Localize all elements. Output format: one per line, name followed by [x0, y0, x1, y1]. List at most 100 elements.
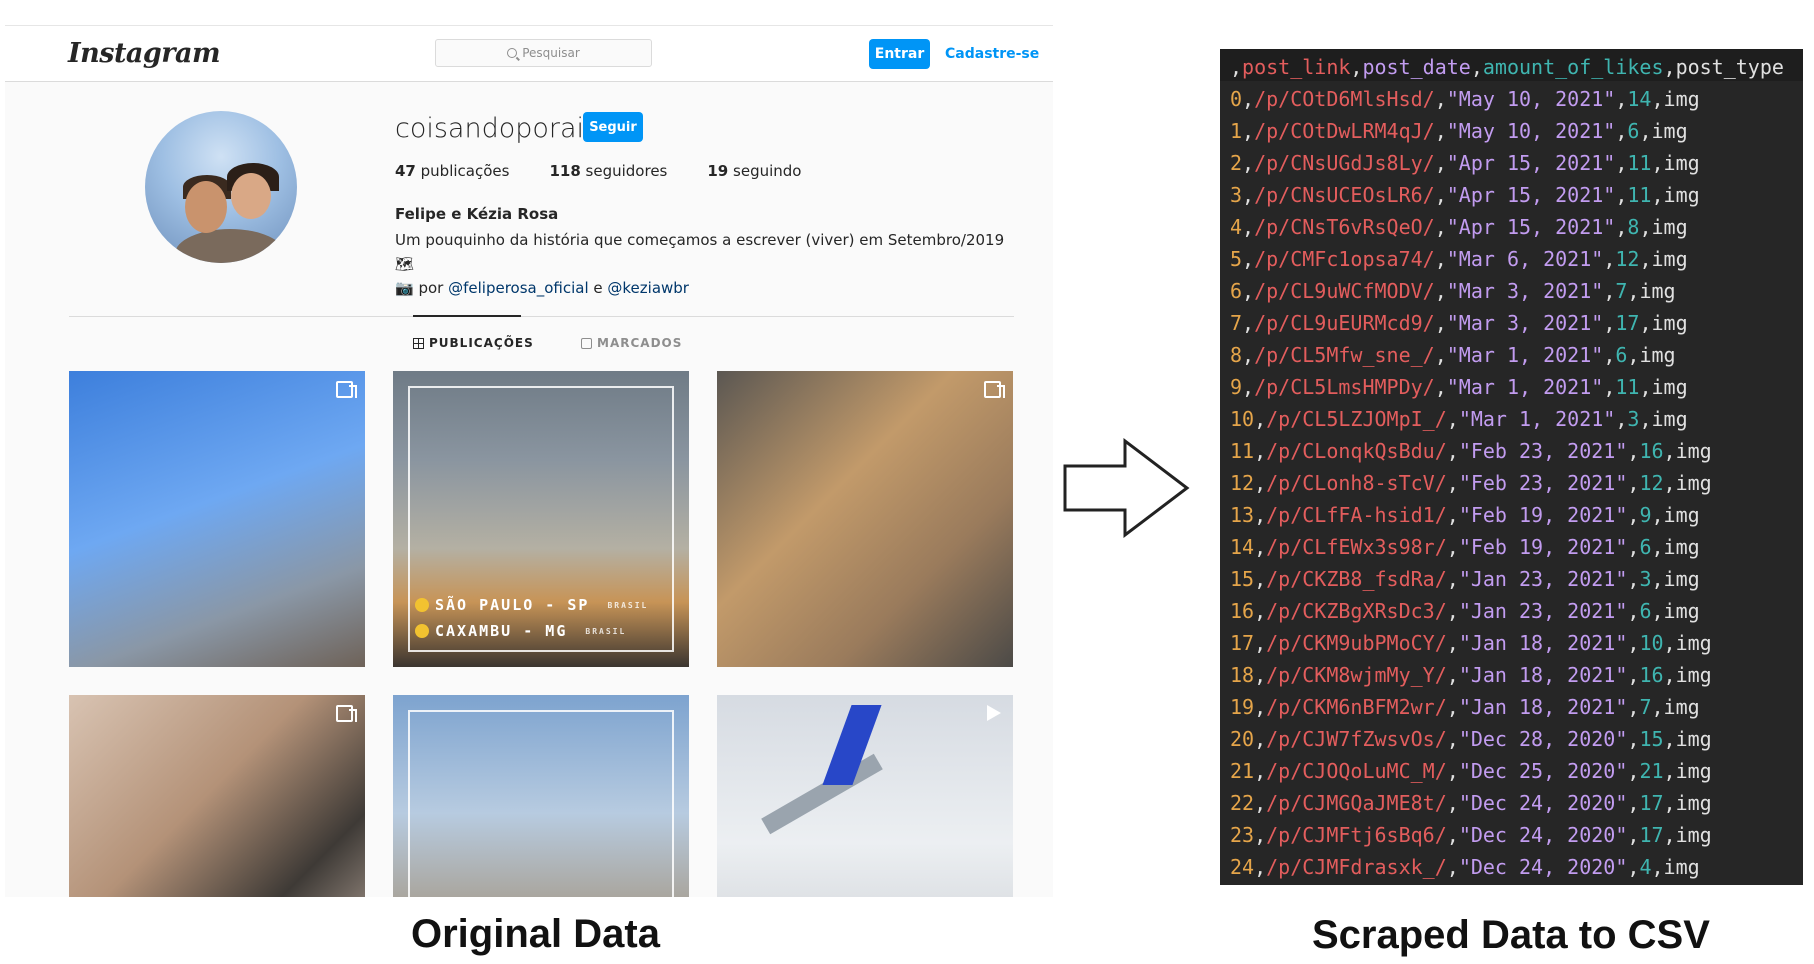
csv-post-type: img [1663, 151, 1700, 175]
bus-icon [415, 598, 429, 612]
csv-comma: , [1242, 151, 1255, 175]
csv-index: 7 [1230, 311, 1243, 335]
post-thumbnail[interactable] [717, 695, 1013, 897]
csv-likes: 11 [1615, 375, 1640, 399]
csv-comma: , [1627, 663, 1640, 687]
csv-comma: , [1446, 631, 1459, 655]
csv-comma: , [1603, 247, 1616, 271]
post-thumbnail[interactable]: SÃO PAULO - SP BRASIL CAXAMBU - MG BRASI… [393, 371, 689, 667]
login-button[interactable]: Entrar [869, 39, 930, 69]
csv-post-date: "Jan 18, 2021" [1458, 631, 1628, 655]
csv-comma: , [1434, 279, 1447, 303]
search-input[interactable]: Pesquisar [435, 39, 652, 67]
tab-publicacoes[interactable]: PUBLICAÇÕES [413, 336, 534, 350]
csv-post-link: /p/CNsUGdJs8Ly/ [1254, 151, 1435, 175]
posts-count: 47 [395, 162, 416, 180]
csv-col-header: post_link [1242, 55, 1351, 79]
csv-comma: , [1639, 215, 1652, 239]
csv-row: 15,/p/CKZB8_fsdRa/,"Jan 23, 2021",3,img [1230, 563, 1784, 595]
csv-comma: , [1254, 631, 1267, 655]
csv-comma: , [1446, 791, 1459, 815]
csv-likes: 3 [1627, 407, 1640, 431]
csv-post-date: "Dec 24, 2020" [1458, 855, 1628, 879]
csv-likes: 6 [1627, 119, 1640, 143]
csv-comma: , [1254, 727, 1267, 751]
csv-index: 3 [1230, 183, 1243, 207]
tabs-divider [69, 316, 1014, 317]
following-stat[interactable]: 19 seguindo [707, 162, 801, 180]
avatar[interactable] [145, 111, 297, 263]
csv-row: 12,/p/CLonh8-sTcV/,"Feb 23, 2021",12,img [1230, 467, 1784, 499]
csv-comma: , [1254, 759, 1267, 783]
csv-index: 20 [1230, 727, 1255, 751]
tab-label: PUBLICAÇÕES [429, 336, 534, 350]
csv-comma: , [1663, 471, 1676, 495]
csv-post-date: "Dec 24, 2020" [1458, 791, 1628, 815]
csv-comma: , [1651, 695, 1664, 719]
csv-likes: 10 [1639, 631, 1664, 655]
following-count: 19 [707, 162, 729, 180]
csv-row: 23,/p/CJMFtj6sBq6/,"Dec 24, 2020",17,img [1230, 819, 1784, 851]
follow-button[interactable]: Seguir [583, 112, 643, 142]
csv-comma: , [1627, 535, 1640, 559]
csv-comma: , [1254, 823, 1267, 847]
post-thumbnail[interactable] [69, 695, 365, 897]
csv-post-link: /p/CLfFA-hsid1/ [1266, 503, 1447, 527]
followers-stat[interactable]: 118 seguidores [549, 162, 667, 180]
csv-comma: , [1446, 727, 1459, 751]
avatar-face [231, 173, 271, 219]
csv-row: 7,/p/CL9uEURMcd9/,"Mar 3, 2021",17,img [1230, 307, 1784, 339]
csv-likes: 9 [1639, 503, 1652, 527]
csv-index: 11 [1230, 439, 1255, 463]
multiple-photos-icon [336, 381, 357, 398]
csv-post-date: "Mar 6, 2021" [1446, 247, 1604, 271]
right-arrow-icon [1063, 438, 1190, 538]
csv-index: 10 [1230, 407, 1255, 431]
csv-rows: 0,/p/COtD6MlsHsd/,"May 10, 2021",14,img 1… [1230, 83, 1784, 883]
csv-comma: , [1254, 439, 1267, 463]
csv-post-date: "Mar 1, 2021" [1446, 375, 1604, 399]
csv-comma: , [1663, 759, 1676, 783]
tagged-icon [581, 337, 592, 349]
csv-comma: , [1434, 215, 1447, 239]
csv-comma: , [1434, 375, 1447, 399]
post-thumbnail[interactable] [393, 695, 689, 897]
csv-post-link: /p/CNsT6vRsQeO/ [1254, 215, 1435, 239]
signup-link[interactable]: Cadastre-se [945, 46, 1039, 62]
csv-index: 12 [1230, 471, 1255, 495]
csv-post-type: img [1651, 375, 1688, 399]
csv-comma: , [1627, 695, 1640, 719]
ig-header: Instagram Pesquisar Entrar Cadastre-se [5, 25, 1053, 82]
csv-comma: , [1627, 823, 1640, 847]
post-thumbnail[interactable] [717, 371, 1013, 667]
avatar-body [175, 229, 285, 263]
csv-post-link: /p/COtDwLRM4qJ/ [1254, 119, 1435, 143]
csv-comma: , [1446, 759, 1459, 783]
bio-mention-link[interactable]: @keziawbr [607, 279, 689, 297]
csv-post-type: img [1675, 823, 1712, 847]
csv-post-date: "Jan 23, 2021" [1458, 599, 1628, 623]
csv-post-link: /p/CKZB8_fsdRa/ [1266, 567, 1447, 591]
csv-comma: , [1627, 567, 1640, 591]
location-text: SÃO PAULO - SP [435, 596, 590, 614]
csv-comma: , [1651, 503, 1664, 527]
csv-index: 13 [1230, 503, 1255, 527]
csv-comma: , [1627, 599, 1640, 623]
csv-post-link: /p/CJOQoLuMC_M/ [1266, 759, 1447, 783]
airplane-wing [761, 753, 883, 835]
tab-marcados[interactable]: MARCADOS [581, 336, 682, 350]
csv-comma: , [1434, 87, 1447, 111]
csv-comma: , [1627, 503, 1640, 527]
csv-comma: , [1615, 151, 1628, 175]
followers-count: 118 [549, 162, 581, 180]
csv-post-date: "Jan 18, 2021" [1458, 695, 1628, 719]
csv-post-date: "Dec 25, 2020" [1458, 759, 1628, 783]
instagram-logo[interactable]: Instagram [68, 38, 221, 69]
bio-mention-link[interactable]: @feliperosa_oficial [448, 279, 589, 297]
csv-comma: , [1615, 407, 1628, 431]
csv-comma: , [1651, 567, 1664, 591]
post-thumbnail[interactable] [69, 371, 365, 667]
csv-index: 18 [1230, 663, 1255, 687]
csv-row: 21,/p/CJOQoLuMC_M/,"Dec 25, 2020",21,img [1230, 755, 1784, 787]
posts-label: publicações [420, 162, 510, 180]
